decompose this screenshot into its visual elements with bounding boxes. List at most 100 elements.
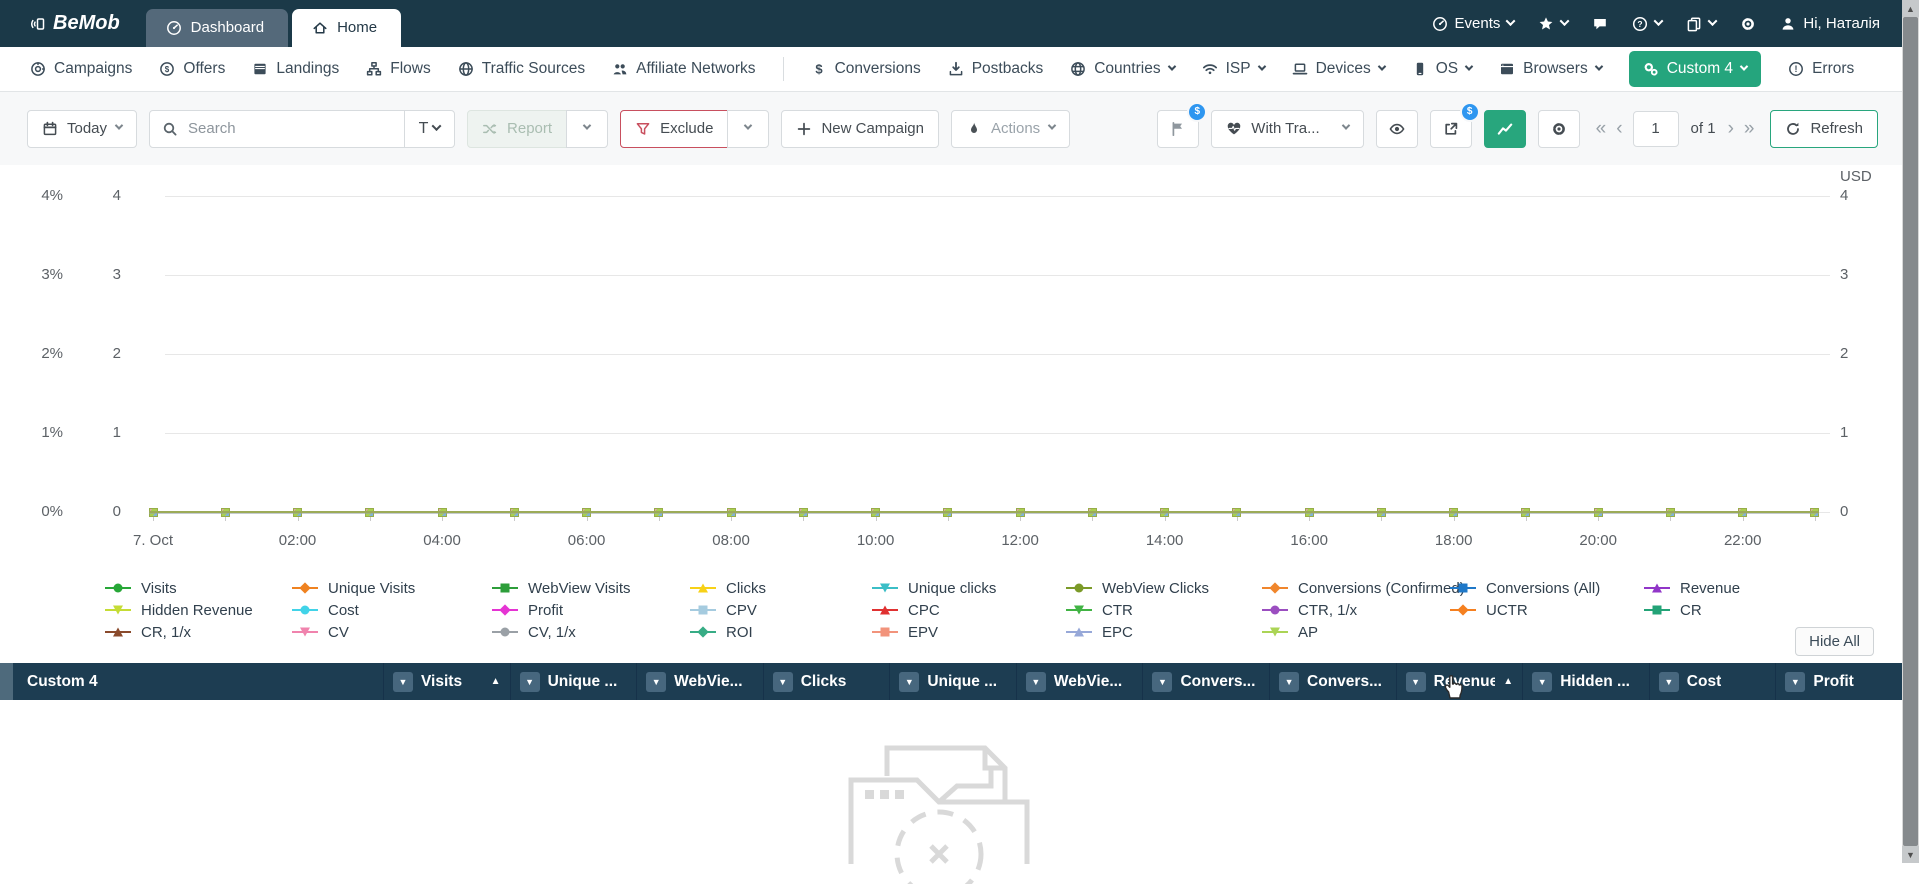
prev-page-button[interactable]: ‹: [1616, 119, 1622, 138]
page-number-input[interactable]: [1632, 110, 1679, 147]
legend-item-profit[interactable]: Profit: [492, 601, 631, 619]
nav-item-campaigns[interactable]: Campaigns: [30, 60, 132, 78]
nav-item-devices[interactable]: Devices: [1292, 60, 1386, 78]
column-header-webvie-[interactable]: ▼ WebVie...: [636, 663, 763, 700]
export-button[interactable]: $: [1429, 103, 1478, 148]
legend-item-uctr[interactable]: UCTR: [1450, 601, 1600, 619]
legend-item-cv[interactable]: CV: [292, 623, 415, 641]
legend-item-ctr-1-x[interactable]: CTR, 1/x: [1262, 601, 1465, 619]
scroll-down-button[interactable]: ▼: [1902, 846, 1919, 863]
column-filter-icon[interactable]: ▼: [1025, 671, 1046, 692]
nav-item-offers[interactable]: $ Offers: [159, 60, 225, 78]
tab-dashboard[interactable]: Dashboard: [145, 9, 289, 47]
nav-item-browsers[interactable]: Browsers: [1499, 60, 1603, 78]
actions-button[interactable]: Actions: [950, 109, 1071, 148]
scrollbar-thumb[interactable]: [1903, 17, 1918, 846]
exclude-dropdown-button[interactable]: [727, 109, 770, 148]
date-range-button[interactable]: Today: [27, 109, 138, 148]
column-header-convers-[interactable]: ▼ Convers...: [1142, 663, 1269, 700]
chart-toggle-button[interactable]: [1483, 109, 1526, 148]
legend-item-cr[interactable]: CR: [1644, 601, 1740, 619]
column-filter-icon[interactable]: ▼: [1785, 671, 1806, 692]
column-filter-icon[interactable]: ▼: [1658, 671, 1679, 692]
legend-item-cost[interactable]: Cost: [292, 601, 415, 619]
legend-item-conversions-confirmed-[interactable]: Conversions (Confirmed): [1262, 579, 1465, 597]
column-filter-icon[interactable]: ▼: [899, 671, 920, 692]
legend-item-hidden-revenue[interactable]: Hidden Revenue: [105, 601, 253, 619]
report-dropdown-button[interactable]: [566, 109, 609, 148]
column-filter-icon[interactable]: ▼: [519, 671, 540, 692]
scroll-up-button[interactable]: ▲: [1902, 0, 1919, 17]
search-type-button[interactable]: T: [404, 110, 454, 147]
column-header-unique-[interactable]: ▼ Unique ...: [889, 663, 1016, 700]
hide-all-button[interactable]: Hide All: [1795, 627, 1874, 656]
column-header-profit[interactable]: ▼ Profit: [1775, 663, 1902, 700]
brand[interactable]: BeMob: [0, 0, 146, 47]
legend-item-unique-clicks[interactable]: Unique clicks: [872, 579, 996, 597]
last-page-button[interactable]: »: [1744, 119, 1755, 138]
nav-item-os[interactable]: OS: [1412, 60, 1474, 78]
settings-button[interactable]: [1740, 16, 1756, 32]
new-campaign-button[interactable]: New Campaign: [781, 109, 939, 148]
legend-item-ap[interactable]: AP: [1262, 623, 1465, 641]
help-menu[interactable]: ?: [1632, 15, 1664, 32]
report-button[interactable]: Report: [467, 109, 568, 148]
nav-item-flows[interactable]: Flows: [366, 60, 431, 78]
nav-item-countries[interactable]: Countries: [1070, 60, 1176, 78]
refresh-button[interactable]: Refresh: [1770, 109, 1878, 148]
legend-item-cv-1-x[interactable]: CV, 1/x: [492, 623, 631, 641]
search-input[interactable]: [186, 119, 405, 138]
nav-item-conversions[interactable]: $ Conversions: [811, 60, 921, 78]
table-group-column[interactable]: Custom 4: [13, 663, 383, 700]
visibility-button[interactable]: [1375, 109, 1418, 148]
legend-item-clicks[interactable]: Clicks: [690, 579, 766, 597]
legend-item-roi[interactable]: ROI: [690, 623, 766, 641]
column-filter-icon[interactable]: ▼: [393, 671, 413, 692]
tab-home[interactable]: Home: [292, 9, 402, 47]
column-filter-icon[interactable]: ▼: [772, 671, 793, 692]
column-header-unique-[interactable]: ▼ Unique ...: [509, 663, 637, 700]
nav-item-traffic-sources[interactable]: Traffic Sources: [458, 60, 585, 78]
columns-settings-button[interactable]: [1537, 109, 1580, 148]
legend-item-ctr[interactable]: CTR: [1066, 601, 1209, 619]
nav-item-isp[interactable]: ISP: [1202, 60, 1266, 78]
legend-item-visits[interactable]: Visits: [105, 579, 253, 597]
legend-item-cr-1-x[interactable]: CR, 1/x: [105, 623, 253, 641]
events-menu[interactable]: Events: [1432, 15, 1516, 32]
column-filter-icon[interactable]: ▼: [1152, 671, 1173, 692]
column-header-hidden-[interactable]: ▼ Hidden ...: [1522, 663, 1649, 700]
column-header-webvie-[interactable]: ▼ WebVie...: [1015, 663, 1143, 700]
vertical-scrollbar[interactable]: ▲ ▼: [1902, 0, 1919, 863]
legend-item-cpv[interactable]: CPV: [690, 601, 766, 619]
nav-item-landings[interactable]: Landings: [252, 60, 339, 78]
legend-item-webview-clicks[interactable]: WebView Clicks: [1066, 579, 1209, 597]
nav-item-postbacks[interactable]: Postbacks: [948, 60, 1043, 78]
nav-item-affiliate-networks[interactable]: Affiliate Networks: [612, 60, 756, 78]
column-header-visits[interactable]: ▼ Visits ▲: [383, 663, 510, 700]
column-filter-icon[interactable]: ▼: [1405, 671, 1426, 692]
feedback-button[interactable]: [1592, 16, 1608, 32]
legend-item-cpc[interactable]: CPC: [872, 601, 996, 619]
traffic-filter-dropdown[interactable]: With Tra...: [1211, 109, 1364, 148]
docs-menu[interactable]: [1686, 15, 1718, 32]
legend-item-conversions-all-[interactable]: Conversions (All): [1450, 579, 1600, 597]
exclude-button[interactable]: Exclude: [620, 109, 729, 148]
nav-item-errors[interactable]: ! Errors: [1788, 60, 1854, 78]
column-header-revenue[interactable]: ▼ Revenue ▲: [1395, 663, 1523, 700]
column-header-clicks[interactable]: ▼ Clicks: [762, 663, 890, 700]
legend-item-webview-visits[interactable]: WebView Visits: [492, 579, 631, 597]
column-header-convers-[interactable]: ▼ Convers...: [1269, 663, 1396, 700]
user-menu[interactable]: Hi, Наталія: [1780, 15, 1880, 32]
next-page-button[interactable]: ›: [1728, 119, 1734, 138]
first-page-button[interactable]: «: [1596, 119, 1607, 138]
flag-button[interactable]: $: [1157, 103, 1206, 148]
nav-item-custom-4[interactable]: Custom 4: [1628, 51, 1762, 87]
favorites-menu[interactable]: [1538, 15, 1570, 32]
column-filter-icon[interactable]: ▼: [646, 671, 667, 692]
legend-item-revenue[interactable]: Revenue: [1644, 579, 1740, 597]
legend-item-epc[interactable]: EPC: [1066, 623, 1209, 641]
column-filter-icon[interactable]: ▼: [1532, 671, 1553, 692]
column-filter-icon[interactable]: ▼: [1279, 671, 1300, 692]
column-header-cost[interactable]: ▼ Cost: [1648, 663, 1776, 700]
legend-item-unique-visits[interactable]: Unique Visits: [292, 579, 415, 597]
